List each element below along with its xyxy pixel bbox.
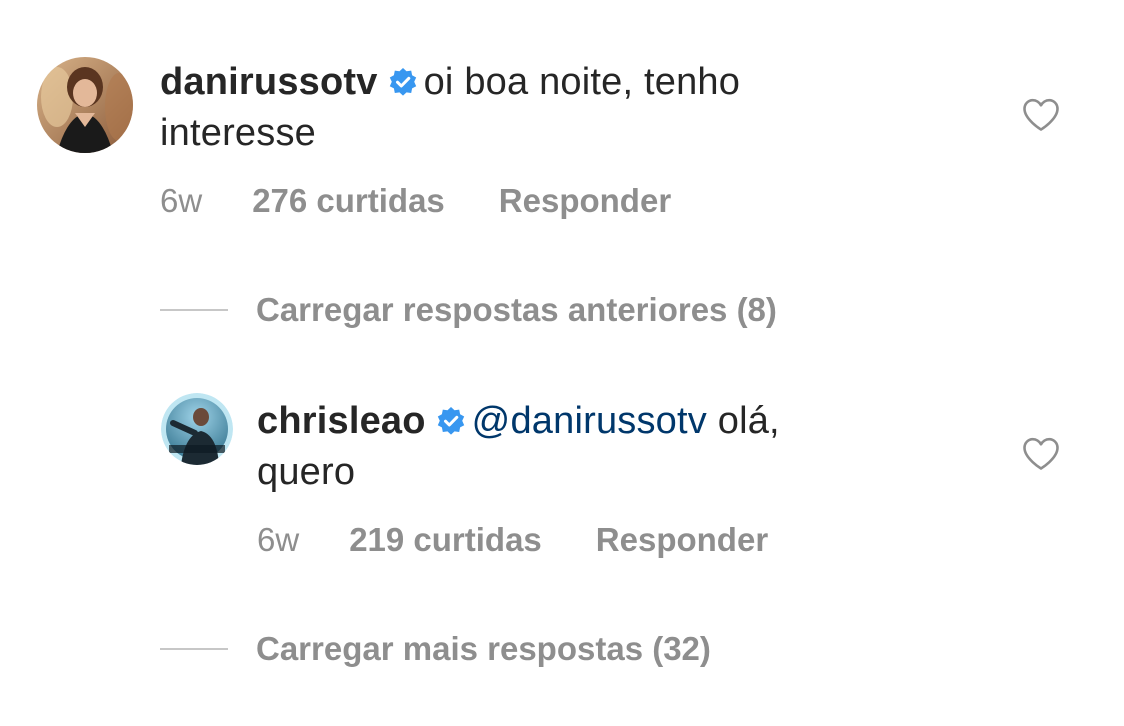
- load-previous-replies-label: Carregar respostas anteriores (8): [256, 291, 777, 328]
- reply-time: 6w: [257, 521, 300, 558]
- username-link[interactable]: chrisleao: [257, 400, 426, 442]
- username-link[interactable]: danirussotv: [160, 61, 378, 103]
- divider-line: [160, 648, 228, 650]
- reply-body: chrisleao @danirussotv olá, quero: [257, 397, 977, 496]
- load-previous-replies-button[interactable]: Carregar respostas anteriores (8): [160, 290, 777, 330]
- mention-link[interactable]: @danirussotv: [472, 400, 707, 442]
- likes-count-link[interactable]: 276 curtidas: [252, 181, 445, 221]
- comment-body: danirussotv oi boa noite, tenho interesse: [160, 58, 920, 157]
- load-more-replies-button[interactable]: Carregar mais respostas (32): [160, 629, 711, 669]
- comment-text-line2: interesse: [160, 112, 316, 154]
- likes-count-link[interactable]: 219 curtidas: [349, 520, 542, 560]
- avatar-photo: [161, 393, 233, 465]
- heart-outline-icon[interactable]: [1022, 437, 1060, 471]
- avatar-danirussotv[interactable]: [37, 57, 133, 153]
- load-more-replies-label: Carregar mais respostas (32): [256, 630, 711, 667]
- verified-badge-icon: [436, 400, 466, 448]
- reply-text-line2: quero: [257, 451, 356, 493]
- reply-text-line1: olá,: [717, 400, 780, 442]
- avatar-chrisleao[interactable]: [161, 393, 233, 465]
- avatar-photo: [37, 57, 133, 153]
- divider-line: [160, 309, 228, 311]
- comment-text-line1: oi boa noite, tenho: [423, 61, 741, 103]
- comment-meta-row: 6w 276 curtidas Responder: [160, 181, 671, 221]
- verified-badge-icon: [388, 61, 418, 109]
- reply-button[interactable]: Responder: [596, 520, 768, 560]
- reply-meta-row: 6w 219 curtidas Responder: [257, 520, 768, 560]
- heart-outline-icon[interactable]: [1022, 98, 1060, 132]
- comment-time: 6w: [160, 182, 203, 219]
- reply-button[interactable]: Responder: [499, 181, 671, 221]
